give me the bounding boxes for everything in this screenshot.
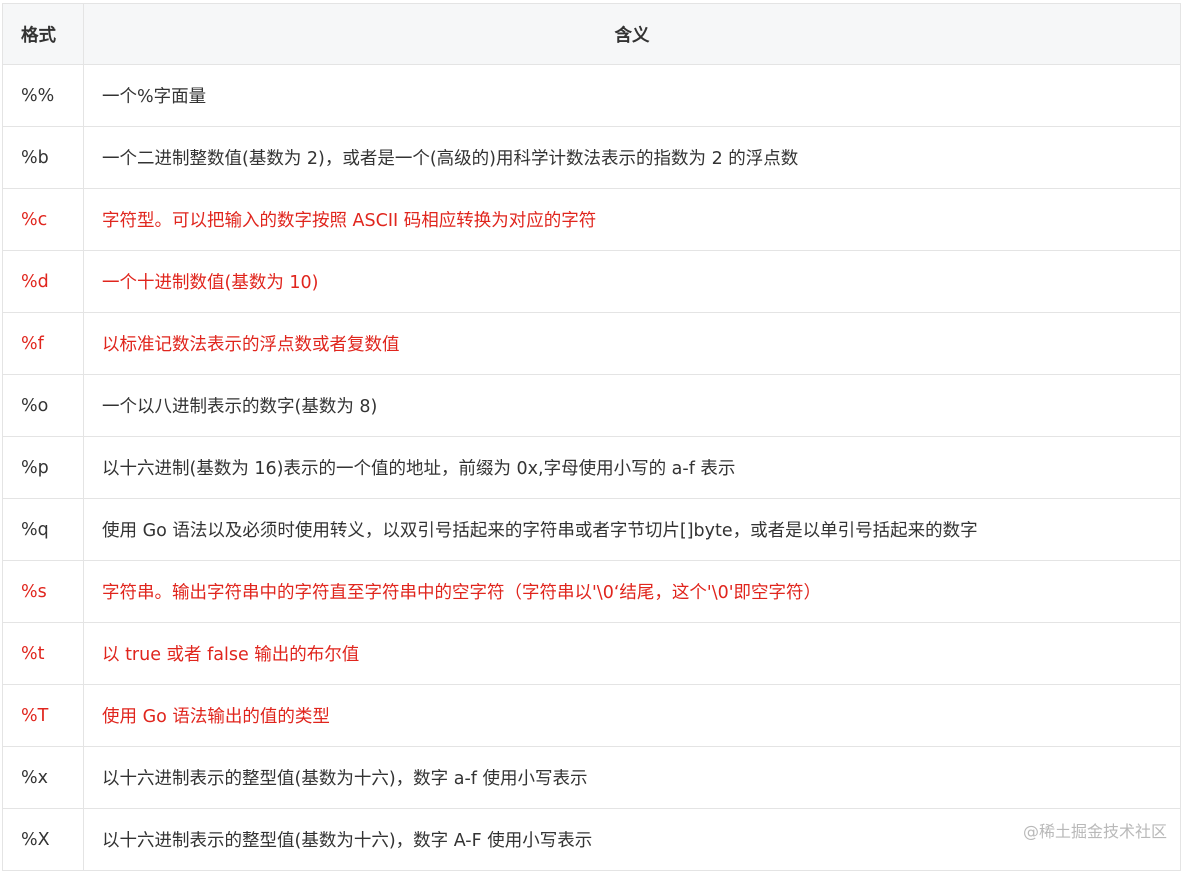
meaning-cell: 使用 Go 语法以及必须时使用转义，以双引号括起来的字符串或者字节切片[]byt… (84, 499, 1181, 560)
table-row: %o 一个以八进制表示的数字(基数为 8) (3, 375, 1181, 437)
meaning-cell: 以十六进制表示的整型值(基数为十六)，数字 a-f 使用小写表示 (84, 747, 1181, 808)
table-header-row: 格式 含义 (3, 4, 1181, 65)
meaning-cell: 字符串。输出字符串中的字符直至字符串中的空字符（字符串以'\0‘结尾，这个'\0… (84, 561, 1181, 622)
meaning-cell: 一个%字面量 (84, 65, 1181, 126)
format-cell: %t (3, 623, 84, 684)
table-row: %t 以 true 或者 false 输出的布尔值 (3, 623, 1181, 685)
meaning-cell: 以标准记数法表示的浮点数或者复数值 (84, 313, 1181, 374)
meaning-cell: 使用 Go 语法输出的值的类型 (84, 685, 1181, 746)
header-format: 格式 (3, 4, 84, 64)
table-row: %b 一个二进制整数值(基数为 2)，或者是一个(高级的)用科学计数法表示的指数… (3, 127, 1181, 189)
format-cell: %x (3, 747, 84, 808)
table-row: %s 字符串。输出字符串中的字符直至字符串中的空字符（字符串以'\0‘结尾，这个… (3, 561, 1181, 623)
format-cell: %b (3, 127, 84, 188)
table-row: %q 使用 Go 语法以及必须时使用转义，以双引号括起来的字符串或者字节切片[]… (3, 499, 1181, 561)
table-row: %c 字符型。可以把输入的数字按照 ASCII 码相应转换为对应的字符 (3, 189, 1181, 251)
meaning-cell: 一个以八进制表示的数字(基数为 8) (84, 375, 1181, 436)
format-cell: %s (3, 561, 84, 622)
format-cell: %X (3, 809, 84, 870)
format-cell: %f (3, 313, 84, 374)
header-meaning: 含义 (84, 4, 1181, 64)
watermark: @稀土掘金技术社区 (1022, 822, 1167, 841)
format-cell: %T (3, 685, 84, 746)
table-row: %f 以标准记数法表示的浮点数或者复数值 (3, 313, 1181, 375)
format-cell: %c (3, 189, 84, 250)
table-row: %X 以十六进制表示的整型值(基数为十六)，数字 A-F 使用小写表示 (3, 809, 1181, 871)
table-row: %p 以十六进制(基数为 16)表示的一个值的地址，前缀为 0x,字母使用小写的… (3, 437, 1181, 499)
format-cell: %% (3, 65, 84, 126)
meaning-cell: 以十六进制(基数为 16)表示的一个值的地址，前缀为 0x,字母使用小写的 a-… (84, 437, 1181, 498)
format-table: 格式 含义 %% 一个%字面量 %b 一个二进制整数值(基数为 2)，或者是一个… (2, 3, 1181, 871)
meaning-cell: 以 true 或者 false 输出的布尔值 (84, 623, 1181, 684)
meaning-cell: 字符型。可以把输入的数字按照 ASCII 码相应转换为对应的字符 (84, 189, 1181, 250)
table-row: %d 一个十进制数值(基数为 10) (3, 251, 1181, 313)
format-cell: %d (3, 251, 84, 312)
format-cell: %o (3, 375, 84, 436)
format-cell: %p (3, 437, 84, 498)
table-row: %x 以十六进制表示的整型值(基数为十六)，数字 a-f 使用小写表示 (3, 747, 1181, 809)
format-cell: %q (3, 499, 84, 560)
table-row: %% 一个%字面量 (3, 65, 1181, 127)
table-row: %T 使用 Go 语法输出的值的类型 (3, 685, 1181, 747)
meaning-cell: 以十六进制表示的整型值(基数为十六)，数字 A-F 使用小写表示 (84, 809, 1181, 870)
meaning-cell: 一个十进制数值(基数为 10) (84, 251, 1181, 312)
meaning-cell: 一个二进制整数值(基数为 2)，或者是一个(高级的)用科学计数法表示的指数为 2… (84, 127, 1181, 188)
